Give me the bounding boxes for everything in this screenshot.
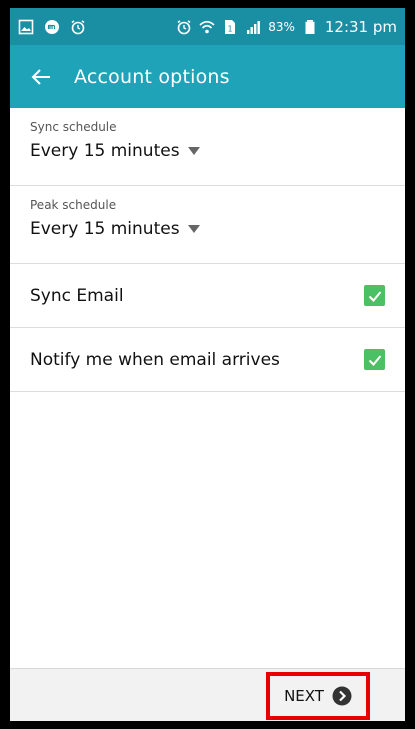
peak-schedule-setting: Peak schedule Every 15 minutes bbox=[10, 186, 405, 264]
sync-email-setting[interactable]: Sync Email bbox=[10, 264, 405, 328]
sync-email-label: Sync Email bbox=[30, 285, 124, 306]
signal-icon bbox=[245, 19, 261, 35]
clock: 12:31 pm bbox=[324, 17, 397, 36]
status-system: 1 83% 12:31 pm bbox=[176, 18, 397, 36]
peak-schedule-dropdown[interactable]: Every 15 minutes bbox=[30, 219, 201, 239]
wifi-icon bbox=[199, 19, 215, 35]
sync-schedule-value: Every 15 minutes bbox=[30, 141, 180, 161]
bottom-bar: NEXT bbox=[10, 668, 405, 721]
alarm-icon bbox=[70, 19, 86, 35]
notify-setting[interactable]: Notify me when email arrives bbox=[10, 328, 405, 392]
next-label: NEXT bbox=[284, 687, 324, 705]
battery-icon bbox=[302, 19, 318, 35]
dropdown-arrow-icon bbox=[187, 224, 201, 234]
svg-text:1: 1 bbox=[228, 24, 233, 33]
status-notifications bbox=[18, 19, 86, 35]
next-button[interactable]: NEXT bbox=[266, 672, 370, 720]
notify-checkbox[interactable] bbox=[364, 349, 385, 370]
peak-schedule-label: Peak schedule bbox=[30, 198, 117, 212]
checkmark-icon bbox=[368, 354, 381, 366]
back-arrow-icon[interactable] bbox=[30, 66, 52, 88]
settings-list: Sync schedule Every 15 minutes Peak sche… bbox=[10, 108, 405, 392]
checkmark-icon bbox=[368, 290, 381, 302]
sync-schedule-label: Sync schedule bbox=[30, 120, 117, 134]
status-bar: 1 83% 12:31 pm bbox=[10, 8, 405, 45]
dropdown-arrow-icon bbox=[187, 146, 201, 156]
messenger-icon bbox=[44, 19, 60, 35]
app-bar: Account options bbox=[10, 45, 405, 108]
chevron-right-icon bbox=[332, 686, 352, 706]
alarm-icon bbox=[176, 19, 192, 35]
phone-screen: 1 83% 12:31 pm Account options Sync sche… bbox=[10, 8, 405, 721]
sync-email-checkbox[interactable] bbox=[364, 285, 385, 306]
sim-icon: 1 bbox=[222, 19, 238, 35]
gallery-icon bbox=[18, 19, 34, 35]
peak-schedule-value: Every 15 minutes bbox=[30, 219, 180, 239]
page-title: Account options bbox=[74, 65, 230, 88]
sync-schedule-setting: Sync schedule Every 15 minutes bbox=[10, 108, 405, 186]
battery-percent: 83% bbox=[268, 19, 295, 34]
notify-label: Notify me when email arrives bbox=[30, 349, 280, 370]
sync-schedule-dropdown[interactable]: Every 15 minutes bbox=[30, 141, 201, 161]
